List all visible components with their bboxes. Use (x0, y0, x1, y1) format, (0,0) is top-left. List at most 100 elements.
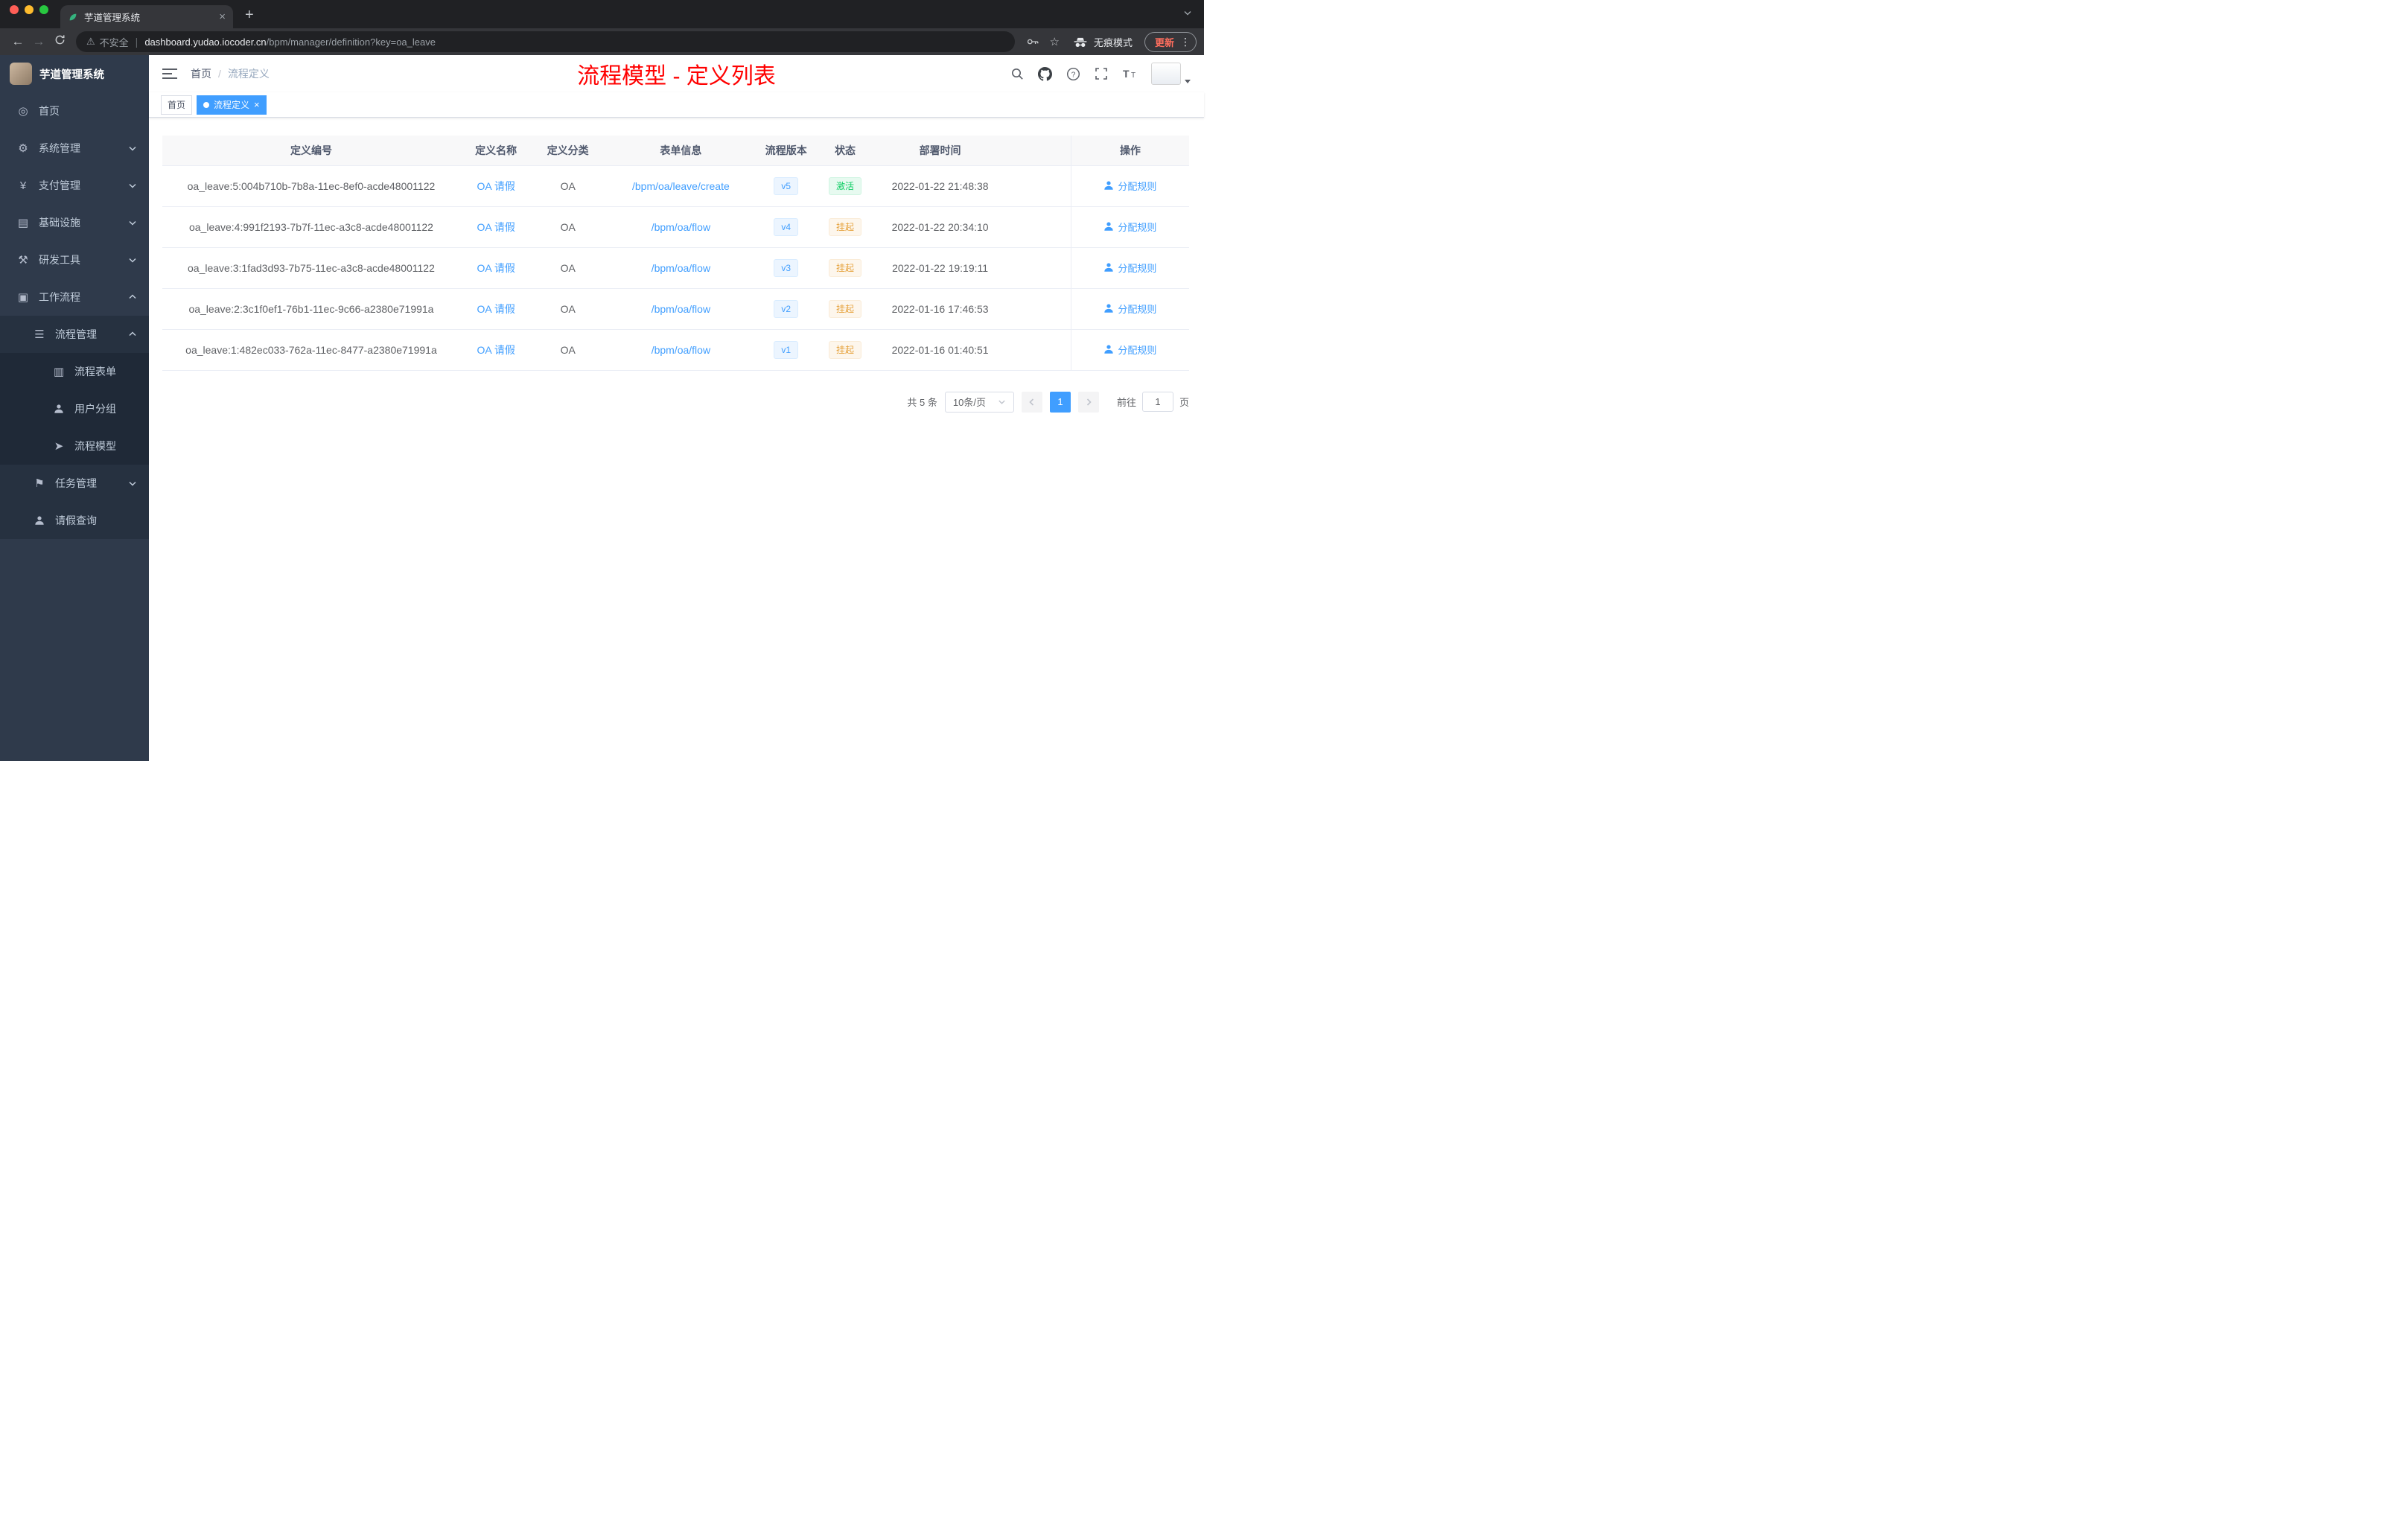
reload-button[interactable] (49, 34, 70, 49)
key-icon[interactable] (1026, 36, 1039, 48)
page-size-value: 10条/页 (952, 397, 986, 408)
url-path: /bpm/manager/definition?key=oa_leave (266, 36, 436, 48)
sidebar-item-leave-query[interactable]: 请假查询 (0, 502, 149, 539)
sidebar-logo[interactable]: 芋道管理系统 (0, 55, 149, 92)
assign-rule-link[interactable]: 分配规则 (1103, 220, 1156, 234)
assign-rule-link[interactable]: 分配规则 (1103, 261, 1156, 275)
column-header: 操作 (1070, 136, 1189, 166)
user-avatar-menu[interactable] (1151, 63, 1191, 85)
cell-filler (1004, 288, 1071, 330)
form-link[interactable]: /bpm/oa/flow (652, 303, 710, 315)
github-icon[interactable] (1038, 66, 1052, 81)
cell-actions: 分配规则 (1070, 165, 1189, 207)
update-label: 更新 (1154, 36, 1174, 48)
column-header: 状态 (814, 136, 876, 166)
hamburger-icon[interactable] (162, 68, 177, 80)
prev-page-button[interactable] (1021, 391, 1042, 413)
forward-button[interactable]: → (28, 34, 49, 49)
security-warning-icon: ⚠ (86, 36, 95, 47)
next-page-button[interactable] (1077, 391, 1099, 413)
jump-prefix-label: 前往 (1116, 397, 1136, 408)
sidebar-item-home[interactable]: ◎ 首页 (0, 92, 149, 130)
definition-name-link[interactable]: OA 请假 (477, 344, 515, 356)
menu-label: 支付管理 (39, 179, 80, 191)
tab-favicon-icon (68, 12, 78, 22)
sidebar-item-process-model[interactable]: ➤ 流程模型 (0, 427, 149, 465)
browser-update-chip[interactable]: 更新 ⋮ (1144, 31, 1197, 52)
back-button[interactable]: ← (7, 34, 28, 49)
cell-status: 挂起 (814, 206, 876, 248)
tag-process-definition[interactable]: 流程定义 × (197, 95, 267, 115)
zoom-window-button[interactable] (39, 4, 48, 14)
assign-rule-link[interactable]: 分配规则 (1103, 179, 1156, 193)
column-header: 定义名称 (459, 136, 532, 166)
sidebar-item-user-group[interactable]: 用户分组 (0, 390, 149, 427)
column-header: 表单信息 (603, 136, 758, 166)
tag-label: 首页 (168, 100, 186, 110)
cell-definition-name: OA 请假 (459, 329, 532, 371)
app-root: 芋道管理系统 ◎ 首页 ⚙ 系统管理 ¥ 支付管理 ▤ 基础设施 ⚒ 研发工具 ▣ 工作流程 ☰ 流程管理… (0, 55, 1204, 761)
close-window-button[interactable] (10, 4, 19, 14)
font-size-icon[interactable]: TT (1122, 67, 1137, 80)
sidebar-item-devtools[interactable]: ⚒ 研发工具 (0, 241, 149, 278)
cell-category: OA (532, 329, 604, 371)
tab-close-icon[interactable]: × (219, 11, 226, 22)
cell-definition-id: oa_leave:5:004b710b-7b8a-11ec-8ef0-acde4… (162, 165, 460, 207)
cell-version: v2 (757, 288, 815, 330)
sidebar-item-process-form[interactable]: ▥ 流程表单 (0, 353, 149, 390)
version-badge: v3 (774, 258, 799, 277)
svg-text:T: T (1131, 71, 1135, 80)
form-link[interactable]: /bpm/oa/leave/create (632, 180, 730, 192)
status-badge: 激活 (829, 176, 862, 195)
sidebar-item-workflow[interactable]: ▣ 工作流程 (0, 278, 149, 316)
menu-label: 流程模型 (74, 440, 116, 452)
table-row: oa_leave:3:1fad3d93-7b75-11ec-a3c8-acde4… (162, 247, 1189, 289)
yen-icon: ¥ (19, 179, 27, 192)
browser-titlebar: 芋道管理系统 × + (0, 0, 1204, 28)
help-icon[interactable]: ? (1066, 67, 1080, 81)
cell-definition-name: OA 请假 (459, 288, 532, 330)
menu-label: 请假查询 (55, 515, 97, 526)
cell-version: v4 (757, 206, 815, 248)
cell-actions: 分配规则 (1070, 247, 1189, 289)
sidebar-item-process-mgmt[interactable]: ☰ 流程管理 (0, 316, 149, 353)
new-tab-button[interactable]: + (245, 7, 254, 24)
bookmark-star-icon[interactable]: ☆ (1050, 35, 1060, 48)
page-size-select[interactable]: 10条/页 (944, 391, 1014, 413)
assign-rule-link[interactable]: 分配规则 (1103, 343, 1156, 357)
definition-name-link[interactable]: OA 请假 (477, 262, 515, 274)
fullscreen-icon[interactable] (1095, 67, 1108, 80)
tag-home[interactable]: 首页× (161, 95, 193, 115)
search-icon[interactable] (1010, 67, 1024, 80)
definition-name-link[interactable]: OA 请假 (477, 303, 515, 315)
sidebar-item-system[interactable]: ⚙ 系统管理 (0, 130, 149, 167)
tag-close-icon[interactable]: × (254, 100, 260, 109)
minimize-window-button[interactable] (25, 4, 34, 14)
form-link[interactable]: /bpm/oa/flow (652, 221, 710, 233)
form-link[interactable]: /bpm/oa/flow (652, 262, 710, 274)
incognito-label: 无痕模式 (1093, 36, 1133, 48)
tags-bar: 首页× 流程定义 × (149, 92, 1204, 118)
sidebar-item-payment[interactable]: ¥ 支付管理 (0, 167, 149, 204)
address-bar[interactable]: ⚠ 不安全 | dashboard.yudao.iocoder.cn /bpm/… (76, 31, 1015, 52)
form-link[interactable]: /bpm/oa/flow (652, 344, 710, 356)
sidebar-item-task-mgmt[interactable]: ⚑ 任务管理 (0, 465, 149, 502)
definition-name-link[interactable]: OA 请假 (477, 180, 515, 192)
page-number-button[interactable]: 1 (1049, 391, 1071, 413)
cell-category: OA (532, 206, 604, 248)
browser-tab[interactable]: 芋道管理系统 × (60, 5, 233, 28)
browser-toolbar: ← → ⚠ 不安全 | dashboard.yudao.iocoder.cn /… (0, 28, 1204, 55)
incognito-icon (1072, 36, 1089, 48)
sidebar-item-infrastructure[interactable]: ▤ 基础设施 (0, 204, 149, 241)
tab-search-chevron-icon[interactable] (1183, 7, 1192, 21)
url-domain: dashboard.yudao.iocoder.cn (144, 36, 267, 48)
chevron-down-icon (128, 255, 137, 264)
cell-deploy-time: 2022-01-16 17:46:53 (876, 288, 1004, 330)
browser-menu-icon[interactable]: ⋮ (1180, 36, 1191, 48)
breadcrumb-home[interactable]: 首页 (191, 66, 211, 81)
cell-definition-id: oa_leave:2:3c1f0ef1-76b1-11ec-9c66-a2380… (162, 288, 460, 330)
assign-rule-link[interactable]: 分配规则 (1103, 302, 1156, 316)
status-badge: 挂起 (829, 258, 862, 277)
jump-page-input[interactable] (1141, 392, 1173, 412)
definition-name-link[interactable]: OA 请假 (477, 221, 515, 233)
